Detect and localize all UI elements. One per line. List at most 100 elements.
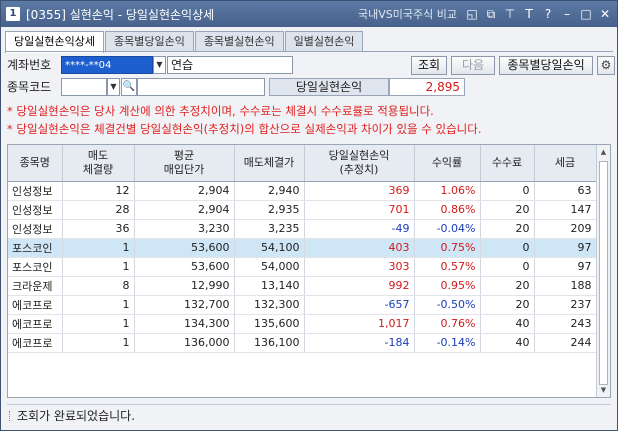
cell-sell-qty: 8 [62,276,135,296]
window-title: [0355] 실현손익 - 당일실현손익상세 [26,7,215,22]
cell-sell-price: 136,100 [234,333,305,353]
gear-icon[interactable]: ⚙ [597,56,615,75]
stock-code-label: 종목코드 [7,80,52,94]
tab-stock-daily-pnl[interactable]: 종목별당일손익 [104,31,194,52]
copy-window-icon[interactable]: ⧉ [483,6,499,22]
col-tax-header[interactable]: 세금 [534,145,597,182]
cell-fee: 20 [480,276,535,296]
account-name-field: 연습 [167,56,293,74]
col-sell-qty-header[interactable]: 매도 체결량 [62,145,135,182]
col-stock-name-header[interactable]: 종목명 [8,145,63,182]
table-row[interactable]: 에코프로 1 136,000 136,100 -184 -0.14% 40 244 [8,333,597,353]
cell-return-rate: -0.14% [414,333,481,353]
scroll-up-icon[interactable]: ▲ [597,145,610,159]
table-row[interactable]: 포스코인 1 53,600 54,000 303 0.57% 0 97 [8,257,597,277]
scroll-down-icon[interactable]: ▼ [597,383,610,397]
cell-stock-name: 에코프로 [8,333,63,353]
maximize-icon[interactable]: □ [578,6,594,22]
cell-realized-pnl: 369 [304,181,415,201]
cell-sell-price: 54,100 [234,238,305,258]
cell-stock-name: 인성정보 [8,181,63,201]
table-row[interactable]: 에코프로 1 134,300 135,600 1,017 0.76% 40 243 [8,314,597,334]
cell-avg-buy-price: 53,600 [134,257,235,277]
col-realized-pnl-header[interactable]: 당일실현손익 (추정치) [304,145,415,182]
notice-line: * 당일실현손익은 당사 계산에 의한 추정치이며, 수수료는 체결시 수수료률… [7,104,434,118]
table-row[interactable]: 에코프로 1 132,700 132,300 -657 -0.50% 20 237 [8,295,597,315]
table-row[interactable]: 인성정보 12 2,904 2,940 369 1.06% 0 63 [8,181,597,201]
tab-daily-realized-pnl[interactable]: 일별실현손익 [284,31,364,52]
cell-fee: 20 [480,295,535,315]
layout-icon[interactable]: ◱ [464,6,480,22]
cell-sell-price: 54,000 [234,257,305,277]
help-icon[interactable]: ? [540,6,556,22]
stock-code-dropdown-icon[interactable]: ▼ [107,78,120,96]
pin-icon[interactable]: ⊤ [502,6,518,22]
status-text: 조회가 완료되었습니다. [17,409,136,423]
cell-realized-pnl: 1,017 [304,314,415,334]
cell-stock-name: 크라운제 [8,276,63,296]
account-number-field[interactable]: ****-**04 [61,56,153,74]
cell-fee: 0 [480,238,535,258]
cell-avg-buy-price: 134,300 [134,314,235,334]
cell-fee: 0 [480,257,535,277]
cell-stock-name: 인성정보 [8,219,63,239]
cell-sell-price: 2,935 [234,200,305,220]
cell-tax: 188 [534,276,597,296]
tab-daily-realized-detail[interactable]: 당일실현손익상세 [5,31,104,53]
compare-link[interactable]: 국내VS미국주식 비교 [358,6,457,22]
table-row[interactable]: 크라운제 8 12,990 13,140 992 0.95% 20 188 [8,276,597,296]
pnl-grid: 종목명 매도 체결량 평균 매입단가 매도체결가 당일실현손익 (추정치) 수익률 수수료 세… [7,144,611,398]
cell-tax: 97 [534,238,597,258]
col-avg-buy-price-header[interactable]: 평균 매입단가 [134,145,235,182]
cell-sell-qty: 12 [62,181,135,201]
cell-return-rate: -0.50% [414,295,481,315]
vertical-scrollbar[interactable]: ▲ ▼ [596,145,610,397]
search-icon[interactable]: 🔍 [121,78,137,96]
cell-sell-qty: 28 [62,200,135,220]
cell-sell-price: 3,235 [234,219,305,239]
main-window: 1 [0355] 실현손익 - 당일실현손익상세 국내VS미국주식 비교 ◱ ⧉… [0,0,618,431]
cell-sell-qty: 1 [62,238,135,258]
account-row: 계좌번호 ****-**04 ▼ 연습 조회 다음 종목별당일손익 ⚙ [5,55,615,75]
cell-realized-pnl: 303 [304,257,415,277]
font-size-icon[interactable]: T [521,6,537,22]
stock-code-input[interactable] [61,78,107,96]
col-sell-price-header[interactable]: 매도체결가 [234,145,305,182]
minimize-icon[interactable]: – [559,6,575,22]
table-row[interactable]: 인성정보 36 3,230 3,235 -49 -0.04% 20 209 [8,219,597,239]
cell-avg-buy-price: 12,990 [134,276,235,296]
cell-sell-qty: 1 [62,333,135,353]
stock-daily-pnl-button[interactable]: 종목별당일손익 [499,56,593,75]
next-button[interactable]: 다음 [451,56,495,75]
cell-tax: 237 [534,295,597,315]
cell-sell-price: 135,600 [234,314,305,334]
window-number-badge: 1 [6,7,20,21]
account-label: 계좌번호 [7,58,52,72]
cell-return-rate: 1.06% [414,181,481,201]
table-row[interactable]: 인성정보 28 2,904 2,935 701 0.86% 20 147 [8,200,597,220]
cell-tax: 97 [534,257,597,277]
stock-code-row: 종목코드 ▼ 🔍 당일실현손익 2,895 [5,77,615,97]
cell-sell-qty: 36 [62,219,135,239]
cell-realized-pnl: 403 [304,238,415,258]
close-icon[interactable]: ✕ [597,6,613,22]
query-button[interactable]: 조회 [411,56,447,75]
total-pnl-value: 2,895 [389,78,465,96]
cell-sell-price: 132,300 [234,295,305,315]
account-dropdown-icon[interactable]: ▼ [153,56,166,74]
cell-tax: 244 [534,333,597,353]
notice-line: * 당일실현손익은 체결건별 당일실현손익(추정치)의 합산으로 실제손익과 차… [7,122,482,136]
scroll-thumb[interactable] [599,161,608,385]
cell-sell-qty: 1 [62,314,135,334]
cell-fee: 20 [480,219,535,239]
cell-avg-buy-price: 136,000 [134,333,235,353]
notice-area: * 당일실현손익은 당사 계산에 의한 추정치이며, 수수료는 체결시 수수료률… [7,102,613,138]
table-row[interactable]: 포스코인 1 53,600 54,100 403 0.75% 0 97 [8,238,597,258]
cell-avg-buy-price: 2,904 [134,181,235,201]
cell-fee: 40 [480,314,535,334]
tab-stock-realized-pnl[interactable]: 종목별실현손익 [194,31,284,52]
cell-stock-name: 인성정보 [8,200,63,220]
col-return-rate-header[interactable]: 수익률 [414,145,481,182]
col-fee-header[interactable]: 수수료 [480,145,535,182]
cell-realized-pnl: -49 [304,219,415,239]
